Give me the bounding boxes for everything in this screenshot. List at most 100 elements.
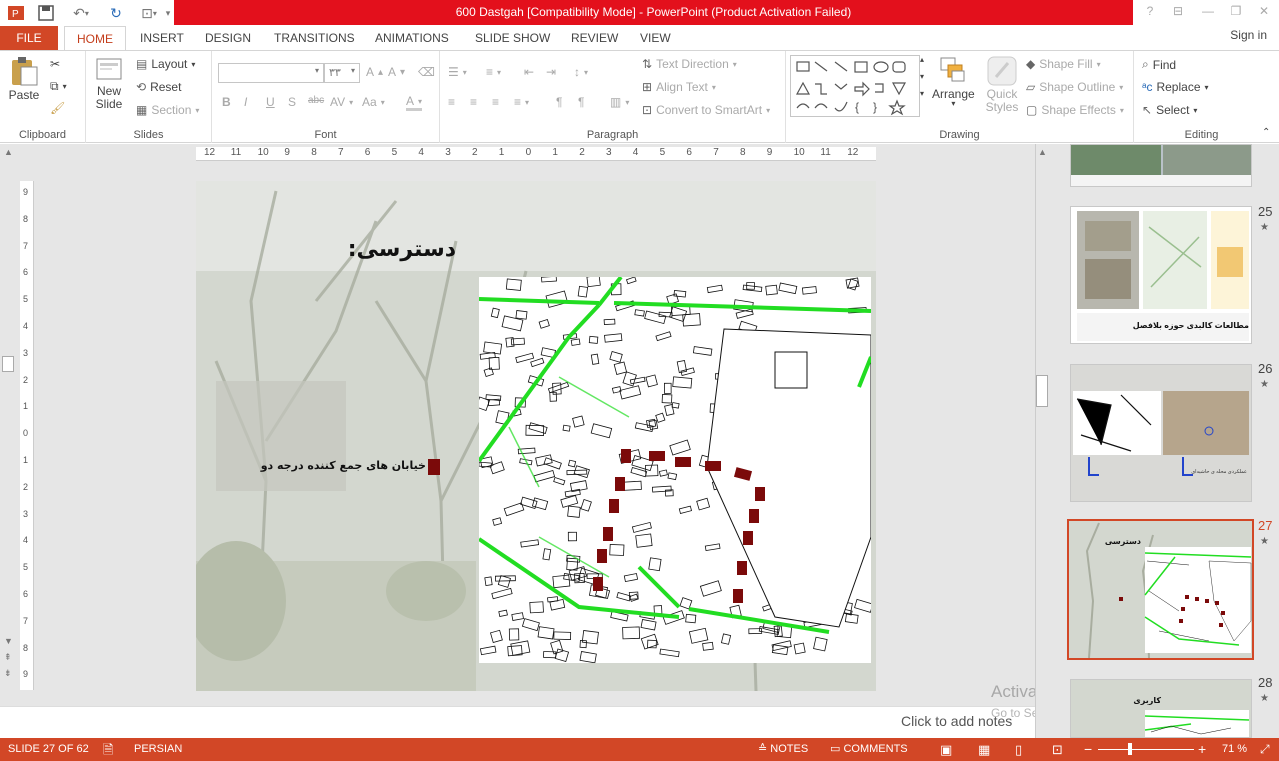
save-icon[interactable]	[36, 3, 56, 23]
find-button[interactable]: ⌕ Find	[1142, 57, 1176, 72]
fit-to-window-icon[interactable]: ⤢	[1260, 738, 1270, 761]
shape-effects-button[interactable]: ▢ Shape Effects ▾	[1026, 103, 1124, 117]
shape-outline-button[interactable]: ▱ Shape Outline ▾	[1026, 80, 1123, 94]
format-painter-icon[interactable]: 🖌	[50, 101, 65, 115]
zoom-out-icon[interactable]: −	[1084, 738, 1092, 761]
notes-toggle[interactable]: ≙ NOTES	[758, 738, 808, 761]
thumbnail-26[interactable]: عملکردی محله ی حاشیه‌ای	[1070, 364, 1252, 502]
section-button[interactable]: ▦ Section ▾	[136, 103, 199, 117]
shapes-gallery[interactable]: {}	[790, 55, 920, 117]
align-right-icon[interactable]: ≡	[492, 95, 499, 109]
columns-icon[interactable]: ▥ ▾	[610, 95, 629, 109]
thumbnail-27-selected[interactable]: دسترسی	[1067, 519, 1254, 660]
align-text-button[interactable]: ⊞ Align Text ▾	[642, 80, 716, 94]
underline-button[interactable]: U	[266, 95, 275, 109]
clear-format-icon[interactable]: ⌫	[418, 65, 435, 79]
slide-canvas[interactable]: دسترسی: خیابان های جمع کننده درجه دو	[196, 181, 876, 691]
ribbon-display-icon[interactable]: ⊟	[1168, 4, 1188, 22]
paste-button[interactable]: Paste	[8, 55, 40, 102]
help-button[interactable]: ?	[1140, 4, 1160, 22]
font-name-combo[interactable]: ▾	[218, 63, 324, 83]
restore-button[interactable]: ❐	[1226, 4, 1246, 22]
font-size-combo[interactable]: ۳۳ ▾	[324, 63, 360, 83]
slide-sorter-icon[interactable]: ▦	[978, 738, 990, 761]
undo-icon[interactable]: ↶ ▾	[66, 3, 96, 23]
panel-scroll-thumb[interactable]	[1036, 375, 1048, 407]
bold-button[interactable]: B	[222, 95, 231, 109]
next-slide-icon[interactable]: ⇟	[4, 668, 12, 679]
zoom-slider-thumb[interactable]	[1128, 743, 1132, 755]
tab-transitions[interactable]: TRANSITIONS	[274, 26, 355, 50]
cut-icon[interactable]: ✂	[50, 57, 60, 71]
reset-button[interactable]: ⟲ Reset	[136, 80, 181, 94]
thumbnail-24[interactable]	[1070, 144, 1252, 187]
comments-toggle[interactable]: ▭ COMMENTS	[830, 738, 908, 761]
align-center-icon[interactable]: ≡	[470, 95, 477, 109]
decrease-indent-icon[interactable]: ⇤	[524, 65, 534, 79]
change-case-button[interactable]: Aa ▾	[362, 95, 385, 109]
editor-scroll-down-icon[interactable]: ▼	[4, 636, 13, 646]
tab-insert[interactable]: INSERT	[140, 26, 184, 50]
language-indicator[interactable]: PERSIAN	[134, 738, 182, 761]
presentation-start-icon[interactable]: ⊡ ▾	[136, 3, 162, 23]
tab-review[interactable]: REVIEW	[571, 26, 618, 50]
customize-qat-icon[interactable]: ▾	[164, 3, 172, 23]
panel-scrollbar[interactable]	[1035, 144, 1049, 738]
replace-button[interactable]: ᵃc Replace ▾	[1142, 80, 1209, 94]
zoom-in-icon[interactable]: +	[1198, 738, 1206, 761]
strikethrough-button[interactable]: abc	[308, 95, 324, 106]
thumbnail-28[interactable]: کاربری	[1070, 679, 1252, 738]
panel-scroll-up-icon[interactable]: ▲	[1038, 147, 1047, 157]
bullets-icon[interactable]: ☰ ▾	[448, 65, 467, 79]
select-button[interactable]: ↖ Select ▾	[1142, 103, 1197, 117]
font-color-button[interactable]: A ▾	[406, 95, 423, 111]
new-slide-button[interactable]: New Slide	[92, 55, 126, 111]
numbering-icon[interactable]: ≡ ▾	[486, 65, 501, 79]
rtl-icon[interactable]: ¶	[556, 95, 562, 109]
reading-view-icon[interactable]: ▯	[1015, 738, 1022, 761]
copy-icon[interactable]: ⧉ ▾	[50, 79, 67, 94]
shadow-button[interactable]: S	[288, 95, 296, 109]
increase-font-icon[interactable]: A ▴	[366, 65, 383, 79]
line-spacing-icon[interactable]: ↕ ▾	[574, 65, 588, 79]
char-spacing-button[interactable]: AV ▾	[330, 95, 353, 109]
notes-pane[interactable]: Click to add notes	[0, 706, 1035, 738]
zoom-slider-track[interactable]	[1098, 749, 1194, 750]
slide-title[interactable]: دسترسی:	[336, 237, 456, 262]
quick-styles-button[interactable]: Quick Styles	[982, 55, 1022, 114]
sign-in-link[interactable]: Sign in	[1230, 26, 1267, 44]
thumbnail-25[interactable]: مطالعات کالبدی حوزه بلافصل	[1070, 206, 1252, 344]
editor-scroll-up-icon[interactable]: ▲	[4, 147, 13, 157]
legend-text[interactable]: خیابان های جمع کننده درجه دو	[220, 459, 426, 472]
site-map[interactable]	[479, 277, 871, 663]
spelling-icon[interactable]: 🗎	[103, 738, 113, 761]
decrease-font-icon[interactable]: A ▾	[388, 65, 405, 79]
slide-show-icon[interactable]: ⊡	[1052, 738, 1063, 761]
tab-animations[interactable]: ANIMATIONS	[375, 26, 449, 50]
smartart-button[interactable]: ⊡ Convert to SmartArt ▾	[642, 103, 770, 117]
redo-icon[interactable]: ↻	[106, 3, 126, 23]
powerpoint-logo-icon[interactable]: P	[6, 3, 26, 23]
ltr-icon[interactable]: ¶	[578, 95, 584, 109]
shape-fill-button[interactable]: ◆ Shape Fill ▾	[1026, 57, 1101, 71]
layout-button[interactable]: ▤ Layout ▾	[136, 57, 195, 71]
normal-view-icon[interactable]: ▣	[940, 738, 952, 761]
tab-file[interactable]: FILE	[0, 26, 58, 50]
tab-design[interactable]: DESIGN	[205, 26, 251, 50]
increase-indent-icon[interactable]: ⇥	[546, 65, 556, 79]
shapes-scroll-icon[interactable]: ▴ ▾ ▾	[920, 55, 924, 98]
collapse-ribbon-icon[interactable]: ⌃	[1262, 127, 1270, 138]
justify-icon[interactable]: ≡ ▾	[514, 95, 529, 109]
italic-button[interactable]: I	[244, 95, 247, 109]
text-direction-button[interactable]: ⇅ Text Direction ▾	[642, 57, 737, 71]
prev-slide-icon[interactable]: ⇞	[4, 652, 12, 663]
tab-home[interactable]: HOME	[64, 26, 126, 50]
tab-slide-show[interactable]: SLIDE SHOW	[475, 26, 550, 50]
align-left-icon[interactable]: ≡	[448, 95, 455, 109]
close-button[interactable]: ✕	[1254, 4, 1274, 22]
arrange-button[interactable]: Arrange ▾	[932, 55, 975, 108]
zoom-level[interactable]: 71 %	[1222, 738, 1247, 761]
editor-scroll-thumb[interactable]	[2, 356, 14, 372]
tab-view[interactable]: VIEW	[640, 26, 671, 50]
minimize-button[interactable]: —	[1198, 4, 1218, 22]
